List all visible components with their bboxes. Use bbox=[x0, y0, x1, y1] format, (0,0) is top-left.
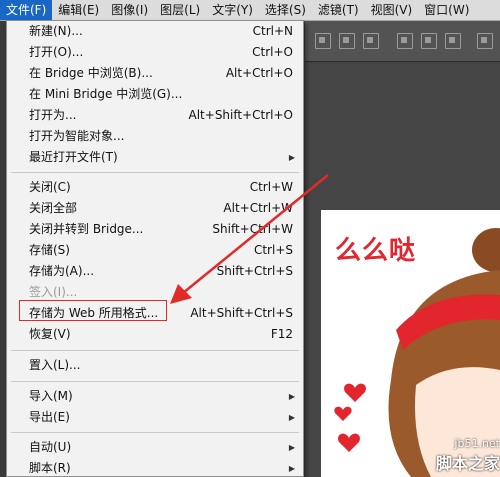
menu-item-label: 关闭(C) bbox=[29, 180, 71, 194]
align-top-icon[interactable] bbox=[315, 33, 331, 49]
submenu-arrow-icon: ▶ bbox=[288, 464, 295, 473]
menu-item-automate[interactable]: 自动(U) ▶ bbox=[7, 437, 303, 458]
menu-item-label: 关闭并转到 Bridge... bbox=[29, 222, 144, 236]
image-caption: 么么哒 bbox=[335, 236, 417, 266]
menu-item-label: 在 Mini Bridge 中浏览(G)... bbox=[29, 87, 183, 101]
menu-item-close-go-bridge[interactable]: 关闭并转到 Bridge... Shift+Ctrl+W bbox=[7, 219, 303, 240]
menu-separator bbox=[11, 432, 299, 433]
submenu-arrow-icon: ▶ bbox=[288, 413, 295, 422]
align-hcenter-icon[interactable] bbox=[421, 33, 437, 49]
menu-item-recent-files[interactable]: 最近打开文件(T) ▶ bbox=[7, 147, 303, 168]
menu-item-label: 导出(E) bbox=[29, 410, 70, 424]
menu-item-label: 关闭全部 bbox=[29, 201, 78, 215]
menu-separator bbox=[11, 172, 299, 173]
menu-item-save[interactable]: 存储(S) Ctrl+S bbox=[7, 240, 303, 261]
menu-item-label: 恢复(V) bbox=[29, 327, 71, 341]
menu-item-shortcut: Shift+Ctrl+W bbox=[212, 222, 293, 236]
menu-window[interactable]: 窗口(W) bbox=[418, 0, 475, 20]
menu-item-shortcut: Alt+Ctrl+W bbox=[223, 201, 293, 215]
menu-edit[interactable]: 编辑(E) bbox=[52, 0, 105, 20]
file-menu-dropdown: 新建(N)... Ctrl+N 打开(O)... Ctrl+O 在 Bridge… bbox=[6, 20, 304, 477]
align-left-icon[interactable] bbox=[397, 33, 413, 49]
menu-file[interactable]: 文件(F) bbox=[0, 0, 53, 20]
menu-layer[interactable]: 图层(L) bbox=[154, 0, 206, 20]
menu-item-label: 导入(M) bbox=[29, 389, 73, 403]
menu-item-browse-bridge[interactable]: 在 Bridge 中浏览(B)... Alt+Ctrl+O bbox=[7, 63, 303, 84]
menu-item-label: 新建(N)... bbox=[29, 24, 83, 38]
menu-item-label: 存储(S) bbox=[29, 243, 70, 257]
menu-item-shortcut: Ctrl+W bbox=[249, 180, 293, 194]
menu-select[interactable]: 选择(S) bbox=[259, 0, 312, 20]
menu-item-label: 自动(U) bbox=[29, 440, 72, 454]
menu-item-shortcut: F12 bbox=[270, 327, 293, 341]
menu-item-shortcut: Alt+Shift+Ctrl+S bbox=[190, 306, 293, 320]
menu-item-browse-mini-bridge[interactable]: 在 Mini Bridge 中浏览(G)... bbox=[7, 84, 303, 105]
submenu-arrow-icon: ▶ bbox=[288, 443, 295, 452]
menu-item-label: 在 Bridge 中浏览(B)... bbox=[29, 66, 153, 80]
menu-item-label: 打开为... bbox=[29, 108, 77, 122]
menu-item-open-as[interactable]: 打开为... Alt+Shift+Ctrl+O bbox=[7, 105, 303, 126]
menu-item-label: 存储为(A)... bbox=[29, 264, 95, 278]
menu-filter[interactable]: 滤镜(T) bbox=[312, 0, 365, 20]
menu-item-open[interactable]: 打开(O)... Ctrl+O bbox=[7, 42, 303, 63]
menu-item-close-all[interactable]: 关闭全部 Alt+Ctrl+W bbox=[7, 198, 303, 219]
menu-type[interactable]: 文字(Y) bbox=[206, 0, 259, 20]
menu-item-shortcut: Alt+Ctrl+O bbox=[225, 66, 293, 80]
annotation-highlight-box bbox=[19, 300, 167, 321]
menu-separator bbox=[11, 350, 299, 351]
menu-item-new[interactable]: 新建(N)... Ctrl+N bbox=[7, 21, 303, 42]
options-bar bbox=[305, 21, 500, 62]
menu-item-label: 最近打开文件(T) bbox=[29, 150, 118, 164]
menu-item-close[interactable]: 关闭(C) Ctrl+W bbox=[7, 177, 303, 198]
menu-item-shortcut: Alt+Shift+Ctrl+O bbox=[188, 108, 293, 122]
menu-item-shortcut: Ctrl+N bbox=[252, 24, 293, 38]
menu-view[interactable]: 视图(V) bbox=[365, 0, 419, 20]
menu-separator bbox=[11, 381, 299, 382]
menu-item-shortcut: Ctrl+O bbox=[252, 45, 293, 59]
menu-item-export[interactable]: 导出(E) ▶ bbox=[7, 407, 303, 428]
menu-item-import[interactable]: 导入(M) ▶ bbox=[7, 386, 303, 407]
submenu-arrow-icon: ▶ bbox=[288, 392, 295, 401]
submenu-arrow-icon: ▶ bbox=[288, 153, 295, 162]
menu-item-open-smart-object[interactable]: 打开为智能对象... bbox=[7, 126, 303, 147]
site-watermark: jb51.net 脚本之家 bbox=[403, 437, 500, 474]
menu-item-label: 打开(O)... bbox=[29, 45, 84, 59]
watermark-site: jb51.net bbox=[454, 437, 500, 450]
menu-bar: 文件(F) 编辑(E) 图像(I) 图层(L) 文字(Y) 选择(S) 滤镜(T… bbox=[0, 0, 500, 21]
align-right-icon[interactable] bbox=[445, 33, 461, 49]
menu-image[interactable]: 图像(I) bbox=[105, 0, 154, 20]
menu-item-scripts[interactable]: 脚本(R) ▶ bbox=[7, 458, 303, 476]
menu-item-shortcut: Ctrl+S bbox=[253, 243, 293, 257]
menu-item-shortcut: Shift+Ctrl+S bbox=[216, 264, 293, 278]
menu-item-revert[interactable]: 恢复(V) F12 bbox=[7, 324, 303, 345]
align-bottom-icon[interactable] bbox=[363, 33, 379, 49]
distribute-icon[interactable] bbox=[477, 33, 493, 49]
menu-item-label: 打开为智能对象... bbox=[29, 129, 125, 143]
align-vcenter-icon[interactable] bbox=[339, 33, 355, 49]
menu-item-label: 置入(L)... bbox=[29, 358, 81, 372]
menu-item-label: 脚本(R) bbox=[29, 461, 71, 475]
menu-item-save-as[interactable]: 存储为(A)... Shift+Ctrl+S bbox=[7, 261, 303, 282]
watermark-name: 脚本之家 bbox=[435, 454, 500, 473]
menu-item-place[interactable]: 置入(L)... bbox=[7, 355, 303, 376]
